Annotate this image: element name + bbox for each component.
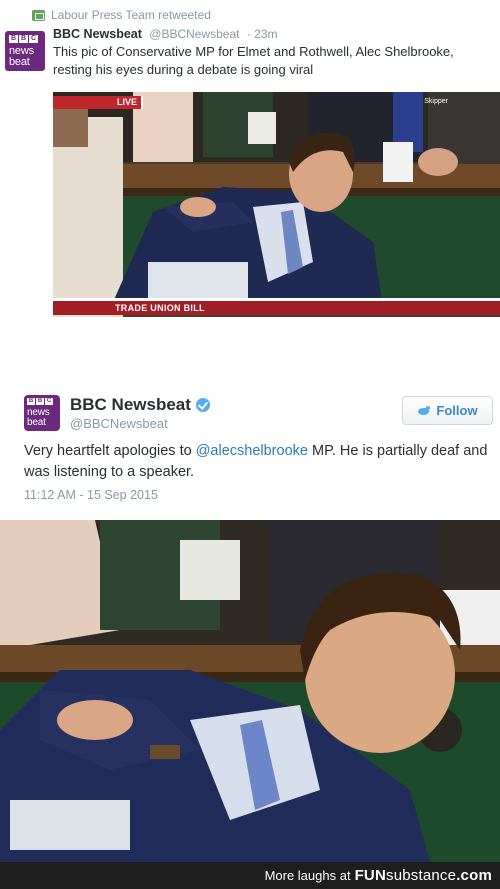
- retweet-context: Labour Press Team retweeted: [32, 8, 211, 22]
- author-name[interactable]: BBC Newsbeat: [70, 395, 191, 415]
- tweet-header: BBC Newsbeat @BBCNewsbeat · 23m: [53, 27, 278, 41]
- author-handle[interactable]: @BBCNewsbeat: [70, 416, 168, 431]
- avatar[interactable]: B B C news beat: [24, 395, 60, 431]
- bbc-logo-icon: B B C: [27, 398, 53, 405]
- follow-button-label: Follow: [436, 403, 478, 418]
- verified-icon: [195, 398, 210, 412]
- tweet-photo[interactable]: LIVE Skipper TRADE UNION BILL: [53, 92, 500, 317]
- retweeted-tweet: Labour Press Team retweeted B B C news b…: [0, 0, 500, 345]
- tweet-age[interactable]: · 23m: [247, 27, 278, 41]
- author-handle[interactable]: @BBCNewsbeat: [149, 27, 239, 41]
- footer-tagline: More laughs at: [264, 868, 351, 883]
- author-name-row: BBC Newsbeat: [70, 395, 210, 415]
- tweet-text: This pic of Conservative MP for Elmet an…: [53, 44, 454, 77]
- mp-close-up-photo: [0, 520, 500, 862]
- apology-tweet: B B C news beat BBC Newsbeat @BBCNewsbea…: [0, 385, 500, 515]
- mention-link[interactable]: @alecshelbrooke: [196, 443, 308, 459]
- funsubstance-logo[interactable]: FUNsubstance.com: [355, 867, 492, 884]
- twitter-bird-icon: [417, 405, 431, 417]
- photo-corner-text: Skipper: [424, 98, 448, 105]
- news-chyron: TRADE UNION BILL: [53, 301, 500, 315]
- mp-close-up-image: [0, 520, 500, 862]
- retweet-icon: [32, 9, 45, 21]
- retweeted-by-text[interactable]: Labour Press Team retweeted: [51, 8, 211, 22]
- tweet-timestamp[interactable]: 11:12 AM - 15 Sep 2015: [24, 488, 158, 502]
- avatar[interactable]: B B C news beat: [5, 31, 45, 71]
- site-footer: More laughs at FUNsubstance.com: [0, 862, 500, 889]
- follow-button[interactable]: Follow: [402, 396, 493, 425]
- author-name[interactable]: BBC Newsbeat: [53, 27, 142, 41]
- live-badge: LIVE: [53, 96, 143, 109]
- tweet-text: Very heartfelt apologies to @alecshelbro…: [24, 443, 488, 480]
- mp-sleeping-photo: [53, 92, 500, 317]
- bbc-logo-icon: B B C: [9, 35, 38, 43]
